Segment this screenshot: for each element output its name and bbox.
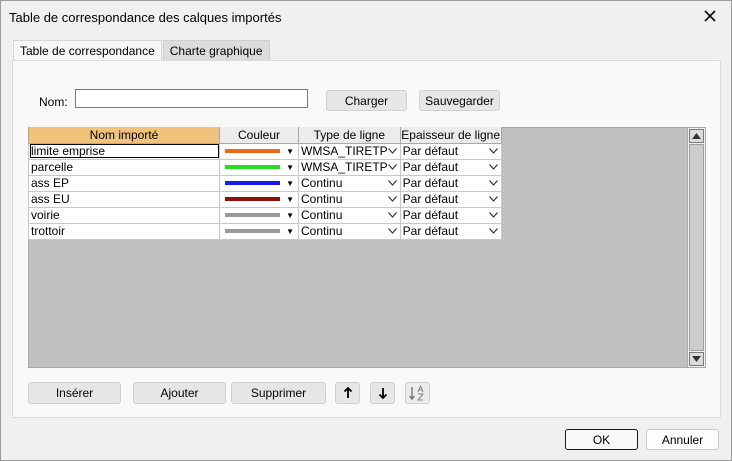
thickness-value: Par défaut [402,144,459,158]
line-type-value: Continu [301,208,343,222]
scroll-thumb[interactable] [689,144,704,351]
column-header-thickness[interactable]: Epaisseur de ligne [399,127,502,144]
scroll-down-button[interactable] [689,352,704,366]
tab-table-correspondance[interactable]: Table de correspondance [13,40,162,61]
table-row[interactable]: limite emprise ▼ WMSA_TIRETP Par défaut [28,142,502,160]
insert-button[interactable]: Insérer [28,382,121,404]
cell-layer-name[interactable]: parcelle [28,158,220,176]
cell-line-type-select[interactable]: Continu [298,190,401,208]
color-swatch [225,165,280,169]
thickness-value: Par défaut [402,192,459,206]
cell-thickness-select[interactable]: Par défaut [399,142,502,160]
cell-layer-name[interactable]: limite emprise [28,142,220,160]
sort-az-icon [408,385,424,401]
save-button[interactable]: Sauvegarder [419,90,500,111]
column-header-color[interactable]: Couleur [219,127,299,144]
sort-az-button[interactable] [405,382,430,404]
chevron-down-icon [387,164,397,170]
cell-color-select[interactable]: ▼ [219,190,299,208]
cell-line-type-select[interactable]: WMSA_TIRETP [298,142,401,160]
cell-color-select[interactable]: ▼ [219,222,299,240]
color-swatch [225,149,280,153]
line-type-value: WMSA_TIRETP [301,160,388,174]
dropdown-arrow-icon: ▼ [286,146,294,156]
cell-layer-name[interactable]: trottoir [28,222,220,240]
delete-button[interactable]: Supprimer [231,382,326,404]
chevron-down-icon [387,196,397,202]
color-swatch [225,213,280,217]
chevron-down-icon [387,180,397,186]
layer-table: Nom importé Couleur Type de ligne Epaiss… [28,127,502,240]
cell-thickness-select[interactable]: Par défaut [399,174,502,192]
thickness-value: Par défaut [402,176,459,190]
thickness-value: Par défaut [402,208,459,222]
cell-color-select[interactable]: ▼ [219,158,299,176]
line-type-value: WMSA_TIRETP [301,144,388,158]
line-type-value: Continu [301,224,343,238]
cell-line-type-select[interactable]: Continu [298,222,401,240]
line-type-value: Continu [301,192,343,206]
tab-charte-graphique[interactable]: Charte graphique [162,40,270,61]
cell-color-select[interactable]: ▼ [219,174,299,192]
tab-bar: Table de correspondance Charte graphique [13,40,271,61]
chevron-down-icon [488,180,498,186]
close-button[interactable] [699,5,721,27]
triangle-down-icon [692,356,701,362]
move-up-button[interactable] [335,382,360,404]
table-row[interactable]: ass EU ▼ Continu Par défaut [28,190,502,208]
thickness-value: Par défaut [402,160,459,174]
table-row[interactable]: ass EP ▼ Continu Par défaut [28,174,502,192]
line-type-value: Continu [301,176,343,190]
name-input[interactable] [75,89,308,108]
vertical-scrollbar[interactable] [688,127,706,368]
arrow-up-icon [343,387,352,398]
load-button[interactable]: Charger [326,90,407,111]
cell-line-type-select[interactable]: Continu [298,174,401,192]
column-header-name[interactable]: Nom importé [28,127,220,144]
ok-button[interactable]: OK [565,429,638,450]
cell-color-select[interactable]: ▼ [219,142,299,160]
table-row[interactable]: voirie ▼ Continu Par défaut [28,206,502,224]
color-swatch [225,229,280,233]
dropdown-arrow-icon: ▼ [286,226,294,236]
chevron-down-icon [387,228,397,234]
cell-layer-name[interactable]: ass EU [28,190,220,208]
dropdown-arrow-icon: ▼ [286,194,294,204]
thickness-value: Par défaut [402,224,459,238]
chevron-down-icon [387,212,397,218]
chevron-down-icon [387,148,397,154]
table-row[interactable]: parcelle ▼ WMSA_TIRETP Par défaut [28,158,502,176]
triangle-up-icon [692,133,701,139]
color-swatch [225,197,280,201]
cell-thickness-select[interactable]: Par défaut [399,222,502,240]
color-swatch [225,181,280,185]
table-row[interactable]: trottoir ▼ Continu Par défaut [28,222,502,240]
cell-layer-name[interactable]: voirie [28,206,220,224]
dropdown-arrow-icon: ▼ [286,178,294,188]
name-label: Nom: [39,95,68,109]
column-header-line-type[interactable]: Type de ligne [298,127,401,144]
dropdown-arrow-icon: ▼ [286,210,294,220]
arrow-down-icon [378,388,387,399]
cell-layer-name[interactable]: ass EP [28,174,220,192]
add-button[interactable]: Ajouter [133,382,226,404]
chevron-down-icon [488,212,498,218]
cell-line-type-select[interactable]: Continu [298,206,401,224]
close-icon [704,10,716,22]
cell-thickness-select[interactable]: Par défaut [399,158,502,176]
cell-thickness-select[interactable]: Par défaut [399,206,502,224]
scroll-up-button[interactable] [689,129,704,143]
move-down-button[interactable] [370,382,395,404]
window-title: Table de correspondance des calques impo… [9,10,282,25]
cancel-button[interactable]: Annuler [646,429,719,450]
chevron-down-icon [488,228,498,234]
chevron-down-icon [488,148,498,154]
chevron-down-icon [488,196,498,202]
dropdown-arrow-icon: ▼ [286,162,294,172]
chevron-down-icon [488,164,498,170]
cell-color-select[interactable]: ▼ [219,206,299,224]
cell-line-type-select[interactable]: WMSA_TIRETP [298,158,401,176]
dialog-window: Table de correspondance des calques impo… [0,0,732,461]
cell-thickness-select[interactable]: Par défaut [399,190,502,208]
